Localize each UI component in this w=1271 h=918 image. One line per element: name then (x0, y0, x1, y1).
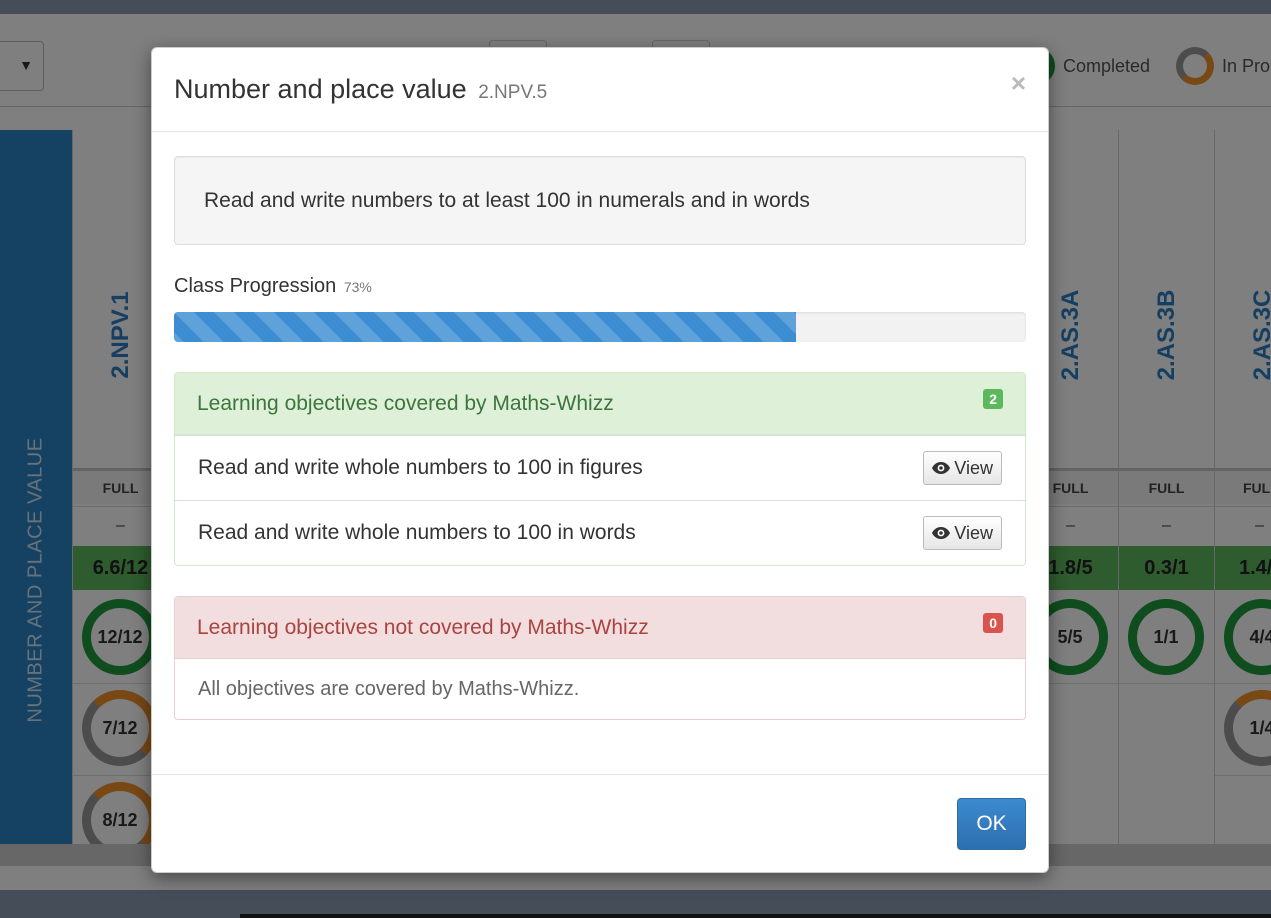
view-button[interactable]: View (923, 451, 1002, 485)
modal-title: Number and place value 2.NPV.5 (174, 74, 1026, 105)
not-covered-heading-text: Learning objectives not covered by Maths… (197, 615, 649, 639)
covered-objectives-panel: Learning objectives covered by Maths-Whi… (174, 372, 1026, 566)
covered-count-badge: 2 (983, 388, 1003, 409)
not-covered-message: All objectives are covered by Maths-Whiz… (198, 677, 580, 700)
eye-icon (932, 527, 951, 539)
view-button-label: View (954, 522, 993, 543)
list-item: All objectives are covered by Maths-Whiz… (175, 659, 1025, 719)
close-icon[interactable]: × (1011, 70, 1026, 96)
progression-percent: 73% (343, 279, 372, 295)
covered-heading-text: Learning objectives covered by Maths-Whi… (197, 391, 614, 415)
view-button-label: View (954, 457, 993, 478)
view-button[interactable]: View (923, 516, 1002, 550)
ok-button[interactable]: OK (957, 798, 1026, 850)
objective-description: Read and write numbers to at least 100 i… (174, 156, 1026, 245)
list-item: Read and write whole numbers to 100 in w… (175, 500, 1025, 565)
not-covered-panel-heading: Learning objectives not covered by Maths… (175, 597, 1025, 659)
not-covered-objectives-panel: Learning objectives not covered by Maths… (174, 596, 1026, 720)
list-item: Read and write whole numbers to 100 in f… (175, 435, 1025, 500)
objective-modal: Number and place value 2.NPV.5 × Read an… (151, 47, 1049, 873)
progress-track (174, 312, 1026, 342)
modal-header: Number and place value 2.NPV.5 × (152, 48, 1048, 132)
modal-title-text: Number and place value (174, 74, 467, 104)
class-progression-label: Class Progression 73% (174, 275, 1026, 298)
eye-icon (932, 462, 951, 474)
modal-body: Read and write numbers to at least 100 i… (152, 132, 1048, 776)
covered-panel-heading: Learning objectives covered by Maths-Whi… (175, 373, 1025, 435)
objective-item-text: Read and write whole numbers to 100 in f… (198, 456, 643, 479)
objective-code: 2.NPV.5 (478, 82, 548, 103)
objective-item-text: Read and write whole numbers to 100 in w… (198, 521, 636, 544)
not-covered-count-badge: 0 (983, 612, 1003, 633)
objective-description-text: Read and write numbers to at least 100 i… (204, 188, 810, 212)
progress-bar (174, 312, 796, 342)
progression-label-text: Class Progression (174, 275, 337, 297)
modal-footer: OK (152, 774, 1048, 872)
